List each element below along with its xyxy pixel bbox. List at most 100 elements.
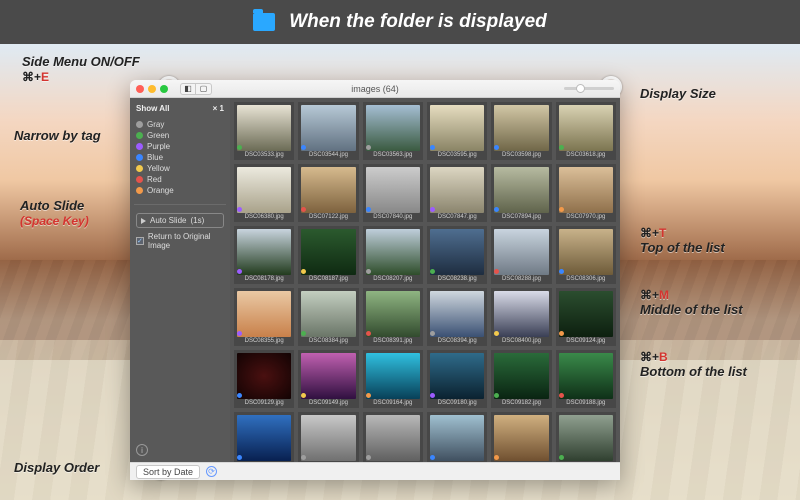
thumbnail-item[interactable]: DSC06380.jpg xyxy=(234,164,294,222)
titlebar: ◧ ▢ images (64) xyxy=(130,80,620,98)
return-original-checkbox[interactable]: ✓ Return to Original Image xyxy=(136,232,224,250)
checkbox-icon[interactable]: ✓ xyxy=(136,237,144,245)
thumbnail-image xyxy=(559,353,613,399)
thumbnail-item[interactable]: DSC08207.jpg xyxy=(363,226,423,284)
thumbnail-item[interactable]: DSC08394.jpg xyxy=(427,288,487,346)
sidebar-showall[interactable]: Show All xyxy=(136,104,169,113)
thumbnail-item[interactable]: DSC08400.jpg xyxy=(491,288,551,346)
thumbnail-item[interactable]: DSC03544.jpg xyxy=(298,102,358,160)
tag-orange[interactable]: Orange xyxy=(136,185,224,196)
play-icon xyxy=(141,218,146,224)
thumbnail-caption: DSC09124.jpg xyxy=(556,336,616,346)
tag-blue[interactable]: Blue xyxy=(136,152,224,163)
thumbnail-item[interactable]: DSC08178.jpg xyxy=(234,226,294,284)
tag-label: Purple xyxy=(147,142,170,151)
callout-middle-list: ⌘+M Middle of the list xyxy=(640,288,743,318)
thumbnail-item[interactable]: DSC08187.jpg xyxy=(298,226,358,284)
thumbnail-image xyxy=(559,291,613,337)
thumbnail-item[interactable]: DSC03618.jpg xyxy=(556,102,616,160)
thumbnail-tag-dot xyxy=(559,145,564,150)
thumbnail-caption: DSC09164.jpg xyxy=(363,398,423,408)
thumbnail-tag-dot xyxy=(430,145,435,150)
thumbnail-tag-dot xyxy=(366,331,371,336)
autoslide-label: Auto Slide xyxy=(150,216,186,225)
sort-dropdown[interactable]: Sort by Date xyxy=(136,465,200,479)
thumbnail-caption: DSC03595.jpg xyxy=(427,150,487,160)
thumbnail-grid[interactable]: DSC03533.jpg DSC03544.jpg DSC03563.jpg DSC0… xyxy=(230,98,620,462)
thumbnail-item[interactable]: DSC09129.jpg xyxy=(234,350,294,408)
refresh-icon[interactable]: ⟳ xyxy=(206,466,217,477)
thumbnail-item[interactable]: DSC09149.jpg xyxy=(298,350,358,408)
thumbnail-tag-dot xyxy=(559,269,564,274)
thumbnail-item[interactable]: DSC07970.jpg xyxy=(556,164,616,222)
autoslide-button[interactable]: Auto Slide (1s) xyxy=(136,213,224,228)
tag-swatch-icon xyxy=(136,121,143,128)
tag-yellow[interactable]: Yellow xyxy=(136,163,224,174)
thumbnail-image xyxy=(494,291,548,337)
tag-gray[interactable]: Gray xyxy=(136,119,224,130)
thumbnail-caption: DSC09180.jpg xyxy=(427,398,487,408)
thumbnail-caption: DSC08355.jpg xyxy=(234,336,294,346)
thumbnail-size-slider[interactable] xyxy=(564,87,614,90)
thumbnail-tag-dot xyxy=(366,393,371,398)
thumbnail-tag-dot xyxy=(237,455,242,460)
callout-display-size: Display Size xyxy=(640,86,716,102)
thumbnail-item[interactable]: DSC09215.jpg xyxy=(363,412,423,462)
thumbnail-image xyxy=(559,229,613,275)
thumbnail-item[interactable]: DSC09200.jpg xyxy=(234,412,294,462)
thumbnail-item[interactable]: DSC09124.jpg xyxy=(556,288,616,346)
promo-header: When the folder is displayed xyxy=(0,0,800,44)
thumbnail-item[interactable]: DSC08306.jpg xyxy=(556,226,616,284)
thumbnail-item[interactable]: DSC09210.jpg xyxy=(298,412,358,462)
thumbnail-item[interactable]: DSC03595.jpg xyxy=(427,102,487,160)
thumbnail-image xyxy=(494,353,548,399)
info-icon[interactable]: i xyxy=(136,444,148,456)
thumbnail-caption: DSC08178.jpg xyxy=(234,274,294,284)
thumbnail-image xyxy=(301,229,355,275)
thumbnail-item[interactable]: DSC09164.jpg xyxy=(363,350,423,408)
thumbnail-item[interactable]: DSC08355.jpg xyxy=(234,288,294,346)
thumbnail-caption: DSC07847.jpg xyxy=(427,212,487,222)
thumbnail-caption: DSC09182.jpg xyxy=(491,398,551,408)
tag-label: Blue xyxy=(147,153,163,162)
tag-red[interactable]: Red xyxy=(136,174,224,185)
thumbnail-caption: DSC08187.jpg xyxy=(298,274,358,284)
thumbnail-item[interactable]: DSC07894.jpg xyxy=(491,164,551,222)
thumbnail-tag-dot xyxy=(430,455,435,460)
thumbnail-image xyxy=(559,105,613,151)
thumbnail-caption: DSC03533.jpg xyxy=(234,150,294,160)
thumbnail-image xyxy=(559,415,613,461)
thumbnail-item[interactable]: DSC03598.jpg xyxy=(491,102,551,160)
tag-green[interactable]: Green xyxy=(136,130,224,141)
thumbnail-item[interactable]: DSC08288.jpg xyxy=(491,226,551,284)
thumbnail-item[interactable]: DSC09220.jpg xyxy=(427,412,487,462)
tag-purple[interactable]: Purple xyxy=(136,141,224,152)
thumbnail-image xyxy=(366,291,420,337)
thumbnail-image xyxy=(301,167,355,213)
slider-knob[interactable] xyxy=(576,84,585,93)
app-window: ◧ ▢ images (64) Show All × 1 GrayGreenPu… xyxy=(130,80,620,480)
thumbnail-item[interactable]: DSC07122.jpg xyxy=(298,164,358,222)
folder-icon xyxy=(253,13,275,31)
thumbnail-caption: DSC07894.jpg xyxy=(491,212,551,222)
thumbnail-item[interactable]: DSC08391.jpg xyxy=(363,288,423,346)
thumbnail-item[interactable]: DSC09188.jpg xyxy=(556,350,616,408)
thumbnail-item[interactable]: DSC07840.jpg xyxy=(363,164,423,222)
thumbnail-item[interactable]: DSC03533.jpg xyxy=(234,102,294,160)
callout-side-menu: Side Menu ON/OFF ⌘+E xyxy=(22,54,140,84)
thumbnail-item[interactable]: DSC08238.jpg xyxy=(427,226,487,284)
thumbnail-item[interactable]: DSC09182.jpg xyxy=(491,350,551,408)
thumbnail-caption: DSC03563.jpg xyxy=(363,150,423,160)
thumbnail-item[interactable]: DSC08384.jpg xyxy=(298,288,358,346)
thumbnail-image xyxy=(237,353,291,399)
thumbnail-tag-dot xyxy=(237,145,242,150)
thumbnail-item[interactable]: DSC09230.jpg xyxy=(556,412,616,462)
thumbnail-image xyxy=(559,167,613,213)
autoslide-interval: (1s) xyxy=(190,216,204,225)
tag-swatch-icon xyxy=(136,132,143,139)
thumbnail-item[interactable]: DSC07847.jpg xyxy=(427,164,487,222)
thumbnail-item[interactable]: DSC03563.jpg xyxy=(363,102,423,160)
thumbnail-caption: DSC07122.jpg xyxy=(298,212,358,222)
thumbnail-item[interactable]: DSC09225.jpg xyxy=(491,412,551,462)
thumbnail-item[interactable]: DSC09180.jpg xyxy=(427,350,487,408)
